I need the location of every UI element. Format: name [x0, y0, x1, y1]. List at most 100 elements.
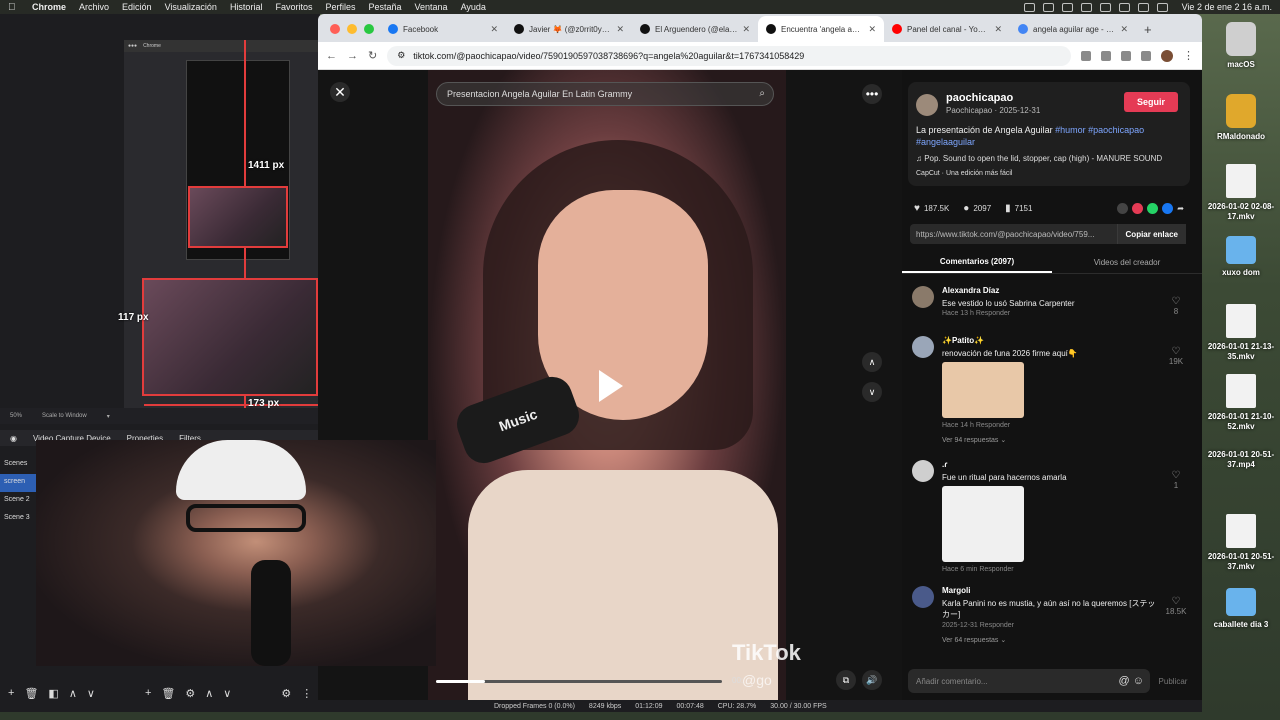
- facebook-share-icon[interactable]: [1162, 202, 1174, 214]
- zoom-window-button[interactable]: [364, 24, 374, 34]
- author-avatar[interactable]: [916, 94, 938, 116]
- zoom-level[interactable]: 50%: [10, 413, 22, 419]
- tray-battery-icon[interactable]: [1118, 2, 1130, 12]
- commenter-name[interactable]: ✨Patito✨: [942, 336, 984, 345]
- desktop-item[interactable]: 2026-01-01 20-51-37.mkv: [1202, 514, 1280, 572]
- chevron-down-icon[interactable]: ▾: [107, 413, 110, 420]
- comment-like[interactable]: ♡ 8: [1162, 296, 1190, 316]
- mention-icon[interactable]: @ ☺: [1119, 675, 1144, 687]
- comment-like[interactable]: ♡ 18.5K: [1162, 596, 1190, 616]
- whatsapp-icon[interactable]: [1147, 202, 1159, 214]
- tab-tiktok-javier[interactable]: Javier 🦊 (@z0rrit0y0... ✕: [506, 16, 632, 42]
- tray-cloud-icon[interactable]: [1061, 2, 1073, 12]
- tray-wifi-icon[interactable]: [1137, 2, 1149, 12]
- reload-icon[interactable]: ↻: [368, 49, 377, 62]
- scene-item[interactable]: screen: [0, 474, 40, 492]
- tray-search-icon[interactable]: [1156, 2, 1168, 12]
- close-window-button[interactable]: [330, 24, 340, 34]
- scene-item[interactable]: Scene 2: [0, 492, 40, 510]
- add-scene-icon[interactable]: +: [8, 687, 14, 699]
- more-icon[interactable]: ⋮: [301, 687, 312, 700]
- profile-avatar[interactable]: [1161, 49, 1173, 62]
- view-replies-link[interactable]: Ver 94 respuestas ⌄: [942, 436, 1006, 444]
- webcam-source-box[interactable]: [142, 278, 318, 396]
- commenter-avatar[interactable]: [912, 336, 934, 358]
- desktop-item[interactable]: macOS: [1202, 22, 1280, 70]
- source-up-icon[interactable]: ∧: [205, 687, 213, 700]
- tray-headphones-icon[interactable]: [1080, 2, 1092, 12]
- view-replies-link[interactable]: Ver 64 respuestas ⌄: [942, 636, 1006, 644]
- comment-input[interactable]: Añadir comentario... @ ☺: [908, 669, 1150, 693]
- next-video-button[interactable]: ∨: [862, 382, 882, 402]
- desktop-item[interactable]: xuxo dom: [1202, 236, 1280, 278]
- comment-like[interactable]: ♡ 19K: [1162, 346, 1190, 366]
- hashtag-link[interactable]: #humor: [1055, 125, 1086, 135]
- tab-creator-videos[interactable]: Videos del creador: [1052, 252, 1202, 273]
- volume-button[interactable]: 🔊: [862, 670, 882, 690]
- menu-ventana[interactable]: Ventana: [415, 2, 448, 12]
- move-up-icon[interactable]: ∧: [69, 687, 77, 700]
- share-arrow-icon[interactable]: ➦: [1177, 204, 1184, 213]
- comment-meta[interactable]: Hace 6 min Responder: [942, 566, 1014, 573]
- close-video-button[interactable]: ✕: [330, 82, 350, 102]
- obs-preview[interactable]: ●●● Chrome 1411 px 173 px: [124, 40, 320, 420]
- close-tab-icon[interactable]: ✕: [1120, 24, 1128, 35]
- comment-like[interactable]: ♡ 1: [1162, 470, 1190, 490]
- commenter-avatar[interactable]: [912, 460, 934, 482]
- hashtag-link[interactable]: #paochicapao: [1088, 125, 1144, 135]
- site-info-icon[interactable]: ⚙: [397, 50, 405, 61]
- trash-source-icon[interactable]: 🗑: [161, 687, 175, 700]
- source-down-icon[interactable]: ∨: [223, 687, 231, 700]
- author-username[interactable]: paochicapao: [946, 92, 1013, 104]
- send-icon[interactable]: [1132, 202, 1144, 214]
- follow-button[interactable]: Seguir: [1124, 92, 1178, 112]
- menu-perfiles[interactable]: Perfiles: [325, 2, 355, 12]
- desktop-item[interactable]: 2026-01-01 20-51-37.mp4: [1202, 450, 1280, 470]
- tray-bluetooth-icon[interactable]: [1099, 2, 1111, 12]
- tab-google-search[interactable]: angela aguilar age - G... ✕: [1010, 16, 1136, 42]
- commenter-name[interactable]: .ɾ: [942, 460, 947, 469]
- tab-facebook[interactable]: Facebook ✕: [380, 16, 506, 42]
- comment-meta[interactable]: Hace 14 h Responder: [942, 422, 1010, 429]
- move-down-icon[interactable]: ∨: [87, 687, 95, 700]
- new-tab-button[interactable]: +: [1136, 22, 1160, 42]
- close-tab-icon[interactable]: ✕: [868, 24, 876, 35]
- comment-sticker[interactable]: [942, 486, 1024, 562]
- search-icon[interactable]: ⌕: [759, 88, 765, 99]
- menu-pestana[interactable]: Pestaña: [368, 2, 401, 12]
- menu-favoritos[interactable]: Favoritos: [275, 2, 312, 12]
- capcut-link[interactable]: CapCut · Una edición más fácil: [916, 170, 1013, 177]
- commenter-avatar[interactable]: [912, 586, 934, 608]
- menu-edicion[interactable]: Edición: [122, 2, 152, 12]
- embed-icon[interactable]: [1117, 202, 1129, 214]
- comment-image[interactable]: [942, 362, 1024, 418]
- close-tab-icon[interactable]: ✕: [490, 24, 498, 35]
- chrome-menu-icon[interactable]: ⋮: [1183, 49, 1194, 62]
- copy-link-button[interactable]: Copiar enlace: [1116, 224, 1186, 244]
- pip-button[interactable]: ⧉: [836, 670, 856, 690]
- desktop-item[interactable]: RMaldonado: [1202, 94, 1280, 142]
- publish-button[interactable]: Publicar: [1150, 677, 1196, 686]
- menu-visualizacion[interactable]: Visualización: [165, 2, 217, 12]
- desktop-item[interactable]: caballete dia 3: [1202, 588, 1280, 630]
- commenter-name[interactable]: Margoli: [942, 586, 970, 595]
- extension-icon[interactable]: [1101, 50, 1111, 61]
- zoom-mode[interactable]: Scale to Window: [42, 413, 87, 419]
- minimize-window-button[interactable]: [347, 24, 357, 34]
- menu-historial[interactable]: Historial: [230, 2, 263, 12]
- tray-record-icon[interactable]: [1023, 2, 1035, 12]
- share-icon-coin[interactable]: [1102, 203, 1113, 214]
- extension-icon[interactable]: [1141, 50, 1151, 61]
- previous-video-button[interactable]: ∧: [862, 352, 882, 372]
- scene-item[interactable]: Scene 3: [0, 510, 40, 528]
- forward-icon[interactable]: →: [347, 50, 358, 62]
- tab-youtube-panel[interactable]: Panel del canal - YouT... ✕: [884, 16, 1010, 42]
- menu-archivo[interactable]: Archivo: [79, 2, 109, 12]
- close-tab-icon[interactable]: ✕: [994, 24, 1002, 35]
- comment-meta[interactable]: Hace 13 h Responder: [942, 310, 1010, 317]
- desktop-item[interactable]: 2026-01-02 02-08-17.mkv: [1202, 164, 1280, 222]
- close-tab-icon[interactable]: ✕: [742, 24, 750, 35]
- menu-ayuda[interactable]: Ayuda: [461, 2, 486, 12]
- video-progress-bar[interactable]: [436, 680, 722, 683]
- desktop-item[interactable]: 2026-01-01 21-10-52.mkv: [1202, 374, 1280, 432]
